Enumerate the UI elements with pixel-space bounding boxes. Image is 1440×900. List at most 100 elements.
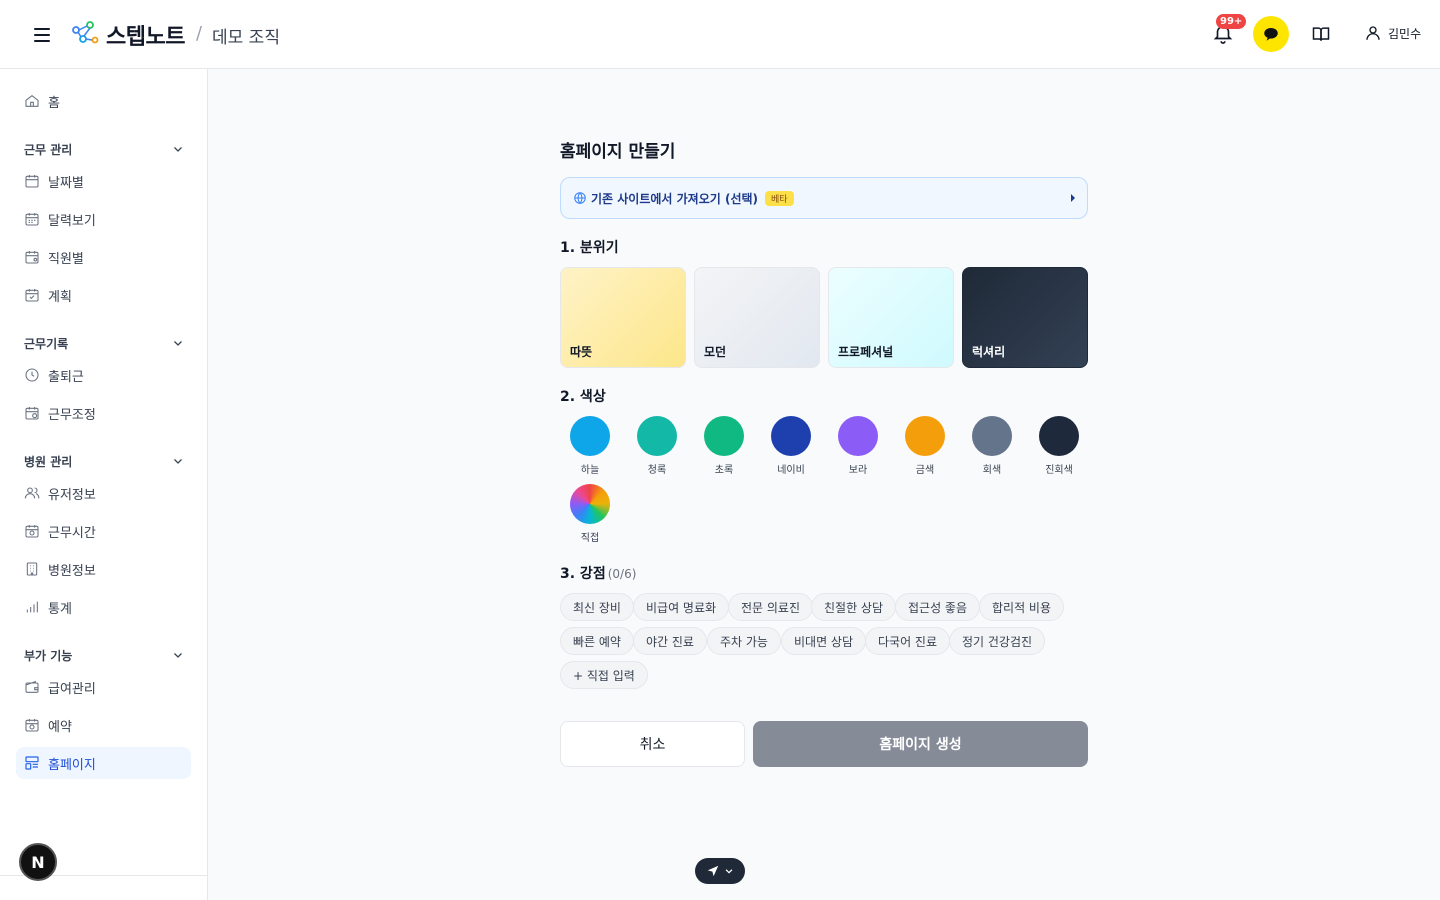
chat-button[interactable]: [1253, 16, 1289, 52]
top-header: 스텝노트 / 데모 조직 99+ 김민수: [0, 0, 1440, 69]
strength-chip[interactable]: 합리적 비용: [979, 593, 1065, 621]
color-option-sky[interactable]: 하늘: [560, 416, 620, 476]
mood-label: 따뜻: [570, 345, 593, 359]
mood-card-modern[interactable]: 모던: [694, 267, 820, 368]
sidebar-item-reservation[interactable]: 예약: [16, 709, 191, 741]
step-color-label: 2. 색상: [560, 389, 606, 405]
chevron-down-icon: [174, 653, 182, 658]
sidebar-item-attendance[interactable]: 출퇴근: [16, 359, 191, 391]
section-work-records[interactable]: 근무기록: [24, 333, 184, 353]
color-option-custom[interactable]: 직접: [560, 484, 620, 544]
org-name[interactable]: 데모 조직: [212, 23, 280, 48]
calendar-edit-icon: [25, 407, 39, 420]
layout-icon: [25, 756, 39, 770]
sidebar-item-label: 근무시간: [48, 525, 96, 541]
notification-badge: 99+: [1216, 14, 1247, 29]
color-label: 보라: [848, 465, 868, 476]
mood-card-luxury[interactable]: 럭셔리: [962, 267, 1088, 368]
clock-icon: [25, 368, 39, 382]
import-site-toggle[interactable]: 기존 사이트에서 가져오기 (선택) 베타: [560, 177, 1088, 219]
section-label: 부가 기능: [24, 648, 73, 663]
color-label: 직접: [580, 533, 600, 544]
sidebar-item-by-employee[interactable]: 직원별: [16, 241, 191, 273]
strength-chip[interactable]: 주차 가능: [707, 627, 781, 655]
sidebar-item-homepage[interactable]: 홈페이지: [16, 747, 191, 779]
sidebar-item-label: 유저정보: [48, 487, 96, 503]
color-label: 진회색: [1045, 465, 1073, 476]
color-swatch: [637, 416, 677, 456]
strength-chip[interactable]: 야간 진료: [633, 627, 707, 655]
strength-chip[interactable]: 전문 의료진: [728, 593, 814, 621]
sidebar-item-by-date[interactable]: 날짜별: [16, 165, 191, 197]
create-homepage-button[interactable]: 홈페이지 생성: [753, 721, 1088, 767]
sidebar-item-label: 계획: [48, 289, 72, 305]
strength-chip[interactable]: 비대면 상담: [781, 627, 867, 655]
add-custom-strength-chip[interactable]: + 직접 입력: [560, 661, 648, 689]
floating-toolbar-button[interactable]: [695, 858, 745, 884]
strength-chip[interactable]: 다국어 진료: [865, 627, 951, 655]
sidebar-item-label: 병원정보: [48, 563, 96, 579]
color-option-purple[interactable]: 보라: [828, 416, 888, 476]
strength-chip[interactable]: 비급여 명료화: [633, 593, 730, 621]
sidebar-item-work-adjust[interactable]: 근무조정: [16, 397, 191, 429]
chevron-down-icon: [174, 147, 182, 152]
color-option-green[interactable]: 초록: [694, 416, 754, 476]
sidebar-item-label: 급여관리: [48, 681, 96, 697]
chevron-down-icon: [725, 869, 733, 874]
mood-label: 프로페셔널: [838, 345, 894, 359]
chevron-down-icon: [174, 341, 182, 346]
user-icon: [1366, 26, 1380, 40]
sidebar-item-user-info[interactable]: 유저정보: [16, 477, 191, 509]
user-menu[interactable]: 김민수: [1364, 24, 1421, 42]
sidebar-item-label: 홈페이지: [48, 757, 96, 773]
brand-name[interactable]: 스텝노트: [106, 19, 185, 51]
color-swatch: [704, 416, 744, 456]
color-option-teal[interactable]: 청록: [627, 416, 687, 476]
chevron-down-icon: [174, 459, 182, 464]
sidebar-item-stats[interactable]: 통계: [16, 591, 191, 623]
mood-card-warm[interactable]: 따뜻: [560, 267, 686, 368]
strength-chip[interactable]: 접근성 좋음: [895, 593, 981, 621]
sidebar-item-home[interactable]: 홈: [16, 85, 191, 117]
sidebar-item-label: 통계: [48, 601, 72, 617]
color-swatch: [838, 416, 878, 456]
send-icon: [707, 865, 719, 877]
sidebar-item-plan[interactable]: 계획: [16, 279, 191, 311]
import-label: 기존 사이트에서 가져오기 (선택): [591, 191, 759, 206]
beta-badge: 베타: [765, 190, 794, 206]
breadcrumb-separator: /: [196, 23, 203, 44]
menu-icon[interactable]: [30, 24, 54, 44]
strength-chip[interactable]: 빠른 예약: [560, 627, 634, 655]
users-icon: [24, 487, 40, 499]
sidebar-item-label: 홈: [48, 95, 60, 111]
color-option-navy[interactable]: 네이비: [761, 416, 821, 476]
color-option-gold[interactable]: 금색: [895, 416, 955, 476]
color-option-dark-gray[interactable]: 진회색: [1029, 416, 1089, 476]
section-hospital-management[interactable]: 병원 관리: [24, 451, 184, 471]
section-work-management[interactable]: 근무 관리: [24, 139, 184, 159]
strength-chip[interactable]: 친절한 상담: [811, 593, 897, 621]
step-strength-label: 3. 강점 (0/6): [560, 563, 636, 583]
color-option-gray[interactable]: 회색: [962, 416, 1022, 476]
color-label: 하늘: [580, 465, 600, 476]
color-swatch: [972, 416, 1012, 456]
sidebar-item-calendar-view[interactable]: 달력보기: [16, 203, 191, 235]
sidebar: 홈 근무 관리 날짜별 달력보기 직원별 계획 근무기록 출퇴근 근무조정 병원…: [0, 69, 208, 900]
sidebar-item-work-hours[interactable]: 근무시간: [16, 515, 191, 547]
book-icon[interactable]: [1311, 24, 1331, 44]
mood-card-professional[interactable]: 프로페셔널: [828, 267, 954, 368]
sidebar-item-payroll[interactable]: 급여관리: [16, 671, 191, 703]
strength-chip[interactable]: 최신 장비: [560, 593, 634, 621]
strength-chip[interactable]: 정기 건강검진: [949, 627, 1046, 655]
section-label: 근무기록: [24, 336, 69, 351]
sidebar-item-hospital-info[interactable]: 병원정보: [16, 553, 191, 585]
color-label: 네이비: [777, 465, 805, 476]
color-label: 청록: [647, 465, 667, 476]
calendar-user-icon: [25, 251, 39, 264]
step-mood-label: 1. 분위기: [560, 240, 619, 256]
mood-label: 럭셔리: [972, 345, 1006, 359]
cancel-button[interactable]: 취소: [560, 721, 745, 767]
next-dev-badge[interactable]: N: [19, 843, 57, 881]
section-extra-features[interactable]: 부가 기능: [24, 645, 184, 665]
section-label: 병원 관리: [24, 454, 73, 469]
